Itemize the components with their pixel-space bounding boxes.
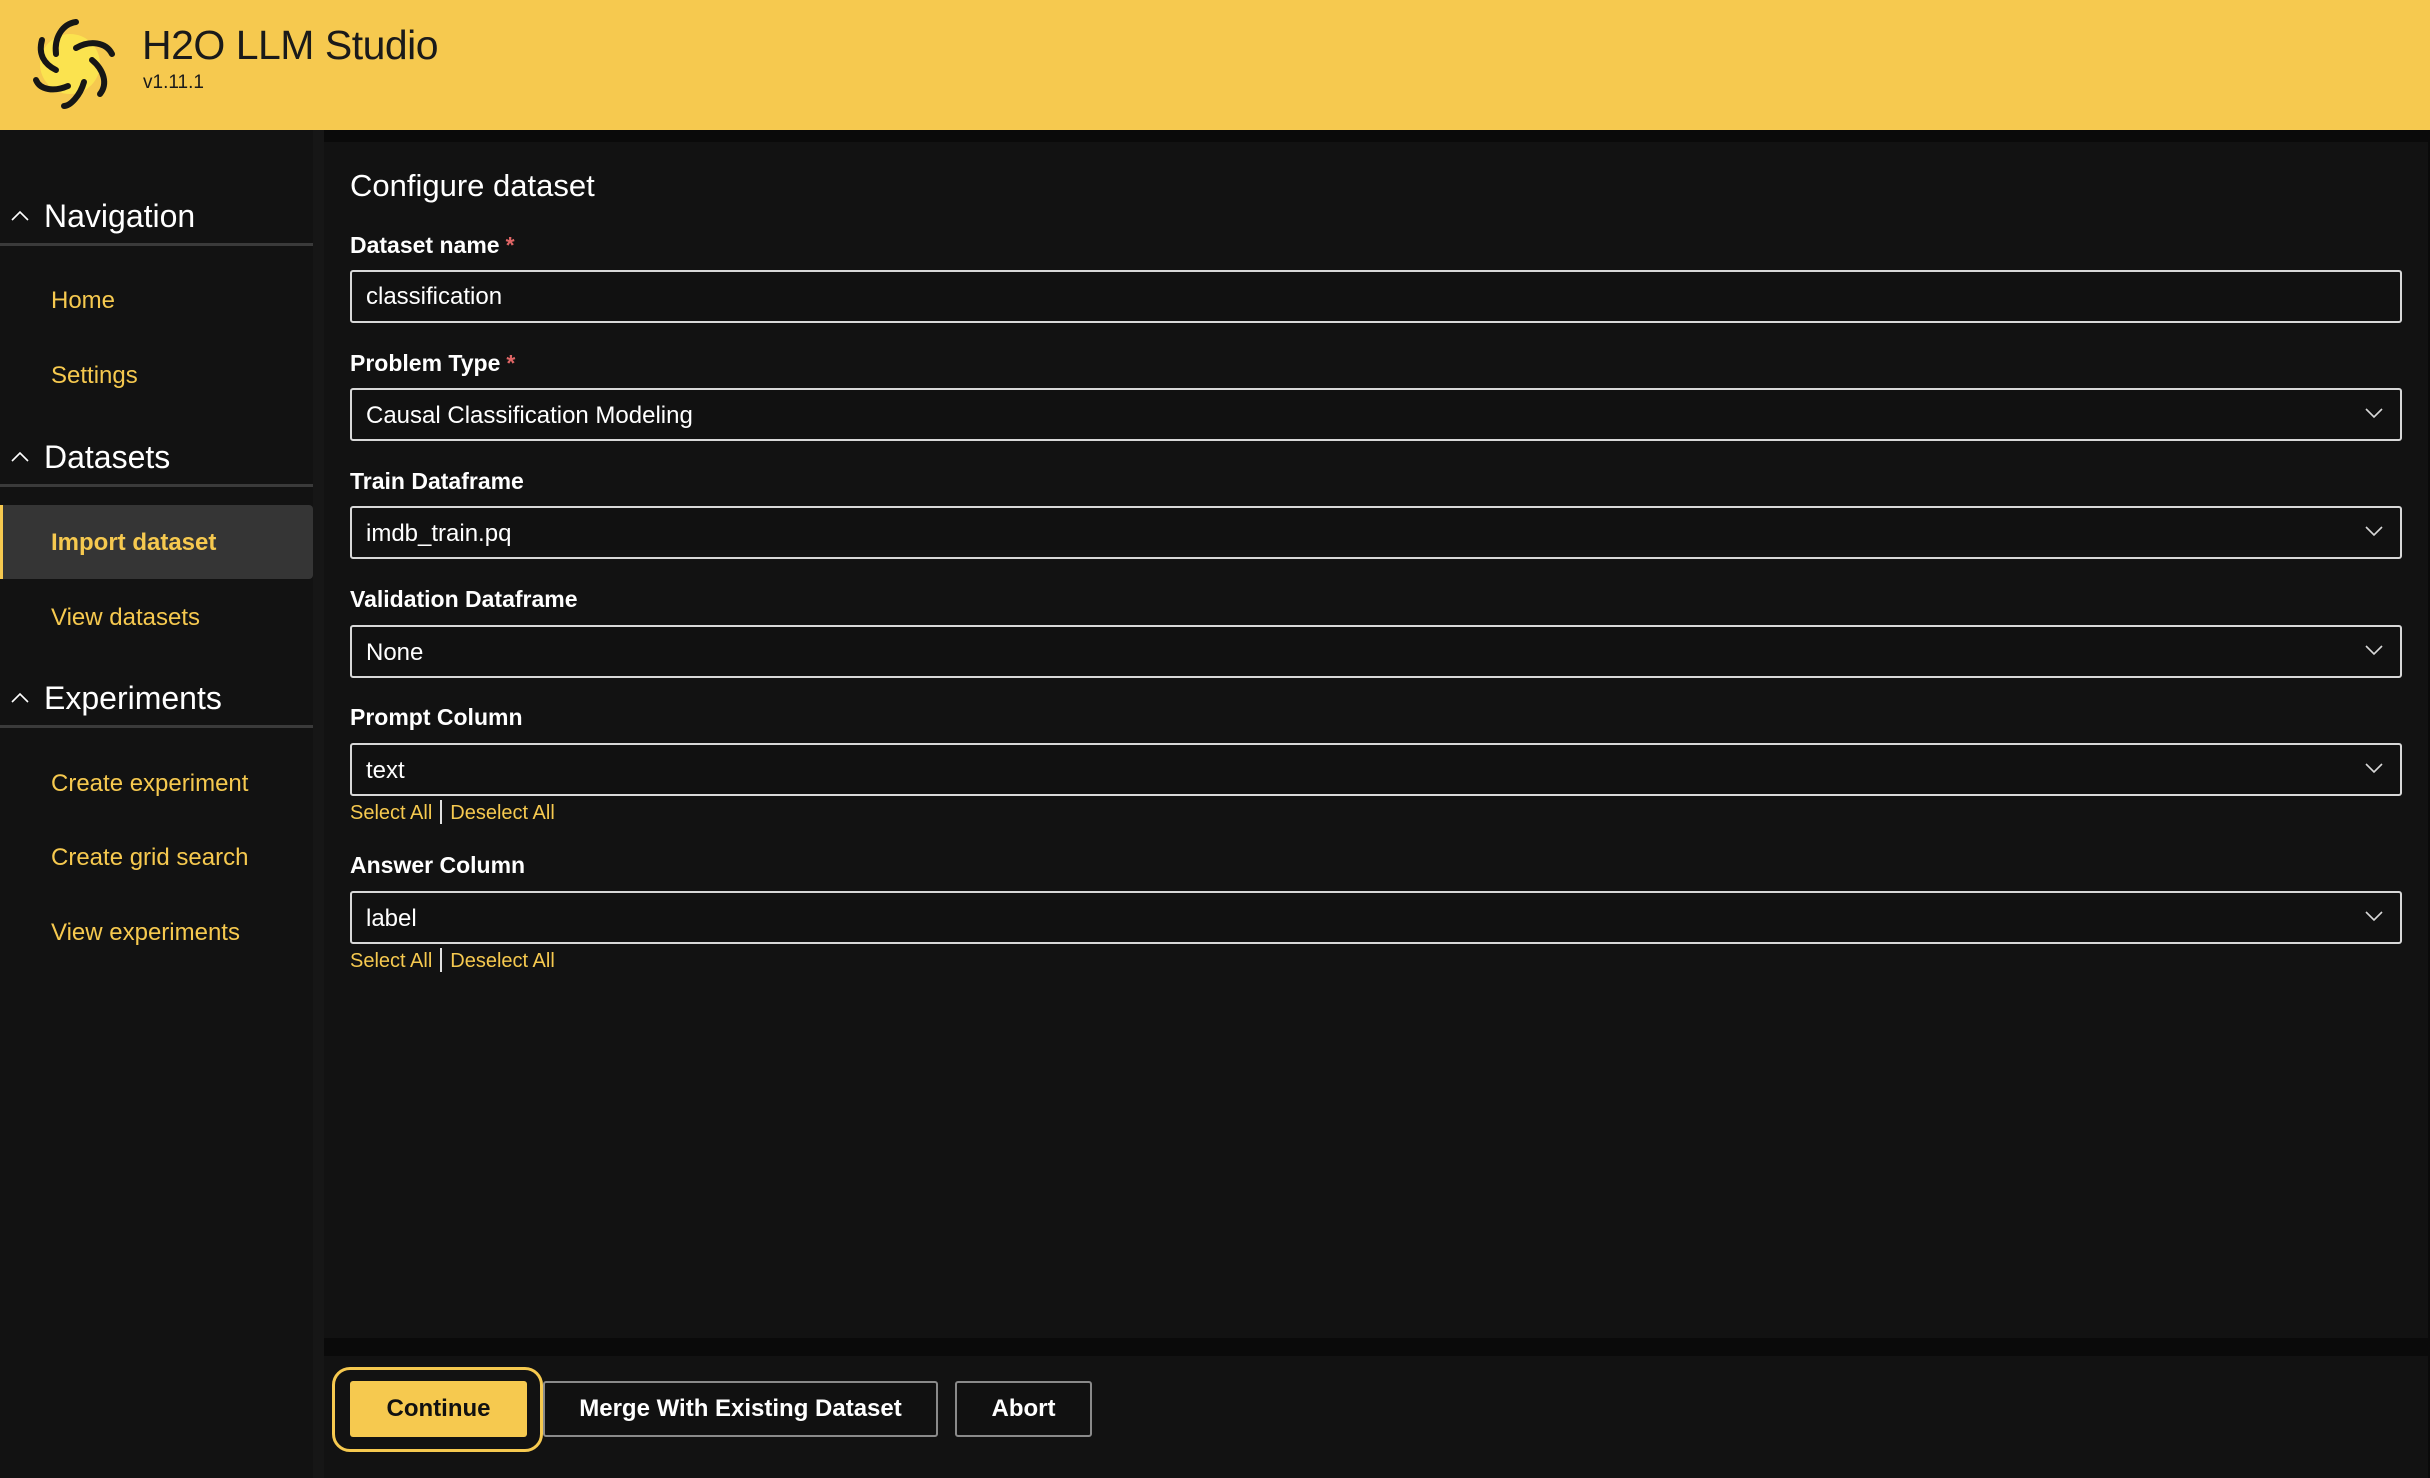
app-title: H2O LLM Studio (142, 22, 439, 68)
sidebar-divider (313, 130, 324, 1478)
sidebar-item-label: Create grid search (51, 844, 249, 871)
problem-type-dropdown[interactable]: Causal Classification Modeling (350, 388, 2402, 441)
sidebar-group-label: Datasets (44, 439, 171, 475)
sidebar-item-label: Import dataset (51, 529, 217, 556)
prompt-column-select-links: Select All Deselect All (350, 800, 555, 825)
prompt-column-label: Prompt Column (350, 704, 523, 731)
problem-type-label: Problem Type * (350, 350, 515, 377)
label-text: Prompt Column (350, 704, 523, 730)
app-header: H2O LLM Studio v1.11.1 (0, 0, 2430, 130)
label-text: Answer Column (350, 852, 526, 878)
sidebar-item-create-experiment[interactable]: Create experiment (0, 746, 313, 820)
chevron-down-icon (2365, 763, 2383, 774)
select-all-link[interactable]: Select All (350, 950, 432, 972)
merge-with-existing-dataset-button[interactable]: Merge With Existing Dataset (543, 1381, 938, 1437)
answer-column-select-links: Select All Deselect All (350, 948, 555, 973)
action-bar: Continue Merge With Existing Dataset Abo… (324, 1356, 2428, 1478)
dataset-name-label: Dataset name * (350, 232, 515, 259)
sidebar-group-label: Navigation (44, 198, 196, 234)
deselect-all-link[interactable]: Deselect All (450, 950, 555, 972)
sidebar-group-experiments[interactable]: Experiments (0, 670, 313, 728)
sidebar-group-navigation[interactable]: Navigation (0, 188, 313, 246)
sidebar-group-label: Experiments (44, 680, 222, 716)
continue-button[interactable]: Continue (350, 1381, 527, 1437)
dropdown-value: None (366, 639, 424, 666)
sidebar-group-datasets[interactable]: Datasets (0, 429, 313, 487)
sidebar-item-label: Settings (51, 362, 138, 389)
answer-column-dropdown[interactable]: label (350, 891, 2402, 944)
dropdown-value: text (366, 757, 405, 784)
label-text: Train Dataframe (350, 468, 524, 494)
sidebar-item-home[interactable]: Home (0, 263, 313, 337)
app-version: v1.11.1 (143, 72, 204, 93)
chevron-up-icon (11, 692, 29, 703)
sidebar: Navigation Home Settings Datasets Import… (0, 130, 313, 1478)
chevron-down-icon (2365, 408, 2383, 419)
sidebar-item-settings[interactable]: Settings (0, 338, 313, 412)
prompt-column-dropdown[interactable]: text (350, 743, 2402, 796)
chevron-up-icon (11, 451, 29, 462)
deselect-all-link[interactable]: Deselect All (450, 802, 555, 824)
train-dataframe-dropdown[interactable]: imdb_train.pq (350, 506, 2402, 559)
chevron-down-icon (2365, 911, 2383, 922)
dropdown-value: Causal Classification Modeling (366, 402, 693, 429)
sidebar-item-view-datasets[interactable]: View datasets (0, 580, 313, 654)
sidebar-item-label: Create experiment (51, 770, 249, 797)
label-text: Problem Type (350, 350, 501, 376)
sidebar-item-import-dataset[interactable]: Import dataset (0, 505, 313, 579)
label-text: Validation Dataframe (350, 586, 578, 612)
sidebar-item-label: View datasets (51, 604, 200, 631)
link-separator (440, 800, 443, 824)
page-title: Configure dataset (350, 168, 595, 203)
sidebar-item-view-experiments[interactable]: View experiments (0, 895, 313, 969)
validation-dataframe-dropdown[interactable]: None (350, 625, 2402, 678)
required-marker: * (506, 350, 516, 376)
required-marker: * (505, 232, 515, 258)
abort-button[interactable]: Abort (955, 1381, 1092, 1437)
validation-dataframe-label: Validation Dataframe (350, 586, 578, 613)
configure-dataset-card: Configure dataset Dataset name* Problem … (324, 142, 2428, 1338)
sidebar-item-create-grid-search[interactable]: Create grid search (0, 820, 313, 894)
chevron-down-icon (2365, 526, 2383, 537)
chevron-down-icon (2365, 645, 2383, 656)
sidebar-item-label: Home (51, 287, 116, 314)
answer-column-label: Answer Column (350, 852, 525, 879)
h2o-logo-icon (33, 19, 115, 109)
chevron-up-icon (11, 210, 29, 221)
dropdown-value: label (366, 905, 417, 932)
dataset-name-input-box[interactable] (350, 270, 2402, 323)
train-dataframe-label: Train Dataframe (350, 468, 524, 495)
sidebar-item-label: View experiments (51, 919, 240, 946)
dropdown-value: imdb_train.pq (366, 520, 512, 547)
dataset-name-input[interactable] (352, 272, 2400, 321)
link-separator (440, 948, 443, 972)
select-all-link[interactable]: Select All (350, 802, 432, 824)
label-text: Dataset name (350, 232, 500, 258)
